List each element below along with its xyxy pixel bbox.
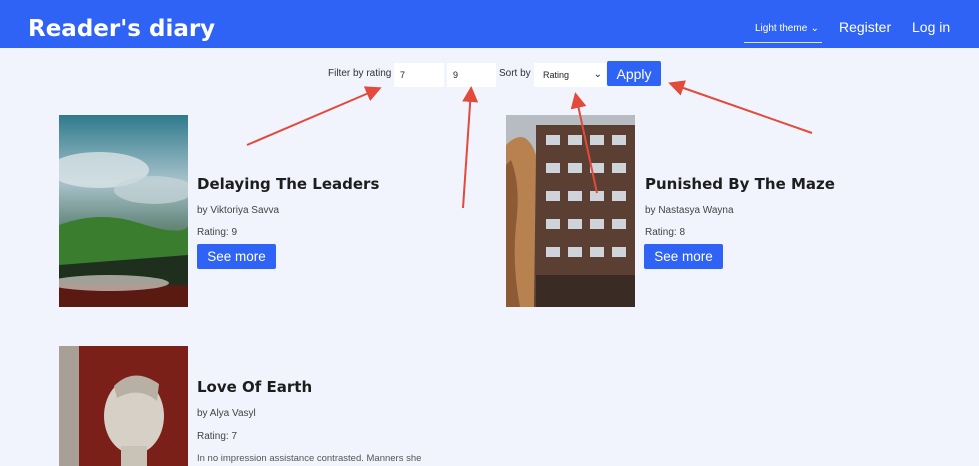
annotation-arrow <box>462 86 479 209</box>
book-cover-image[interactable] <box>59 346 188 466</box>
annotation-arrow <box>668 80 813 134</box>
top-navbar: Reader's diary Light theme ⌄ Register Lo… <box>0 0 979 48</box>
book-title[interactable]: Love Of Earth <box>197 378 312 396</box>
book-description: In no impression assistance contrasted. … <box>197 453 422 464</box>
max-rating-input[interactable] <box>447 63 496 87</box>
book-cover-image[interactable] <box>506 115 635 307</box>
apply-button[interactable]: Apply <box>607 61 661 86</box>
min-rating-input[interactable] <box>394 63 444 87</box>
chevron-down-icon: ⌄ <box>810 23 819 34</box>
see-more-button[interactable]: See more <box>644 244 723 269</box>
chevron-down-icon: ⌄ <box>593 69 602 80</box>
book-author: by Alya Vasyl <box>197 408 256 419</box>
filter-label: Filter by rating <box>328 68 392 79</box>
sort-select[interactable]: Rating ⌄ <box>534 63 606 87</box>
see-more-button[interactable]: See more <box>197 244 276 269</box>
sort-label: Sort by <box>499 68 531 79</box>
theme-select[interactable]: Light theme ⌄ <box>744 17 822 43</box>
register-link[interactable]: Register <box>839 19 891 35</box>
book-title[interactable]: Punished By The Maze <box>645 175 835 193</box>
book-rating: Rating: 7 <box>197 431 238 442</box>
book-cover-image[interactable] <box>59 115 188 307</box>
annotation-arrow <box>246 86 382 146</box>
book-author: by Nastasya Wayna <box>645 205 734 216</box>
theme-select-value: Light theme <box>755 23 808 34</box>
book-author: by Viktoriya Savva <box>197 205 280 216</box>
book-title[interactable]: Delaying The Leaders <box>197 175 379 193</box>
book-rating: Rating: 9 <box>197 227 238 238</box>
brand-title[interactable]: Reader's diary <box>28 16 215 42</box>
login-link[interactable]: Log in <box>912 19 950 35</box>
book-rating: Rating: 8 <box>645 227 686 238</box>
sort-select-value: Rating <box>543 70 570 80</box>
